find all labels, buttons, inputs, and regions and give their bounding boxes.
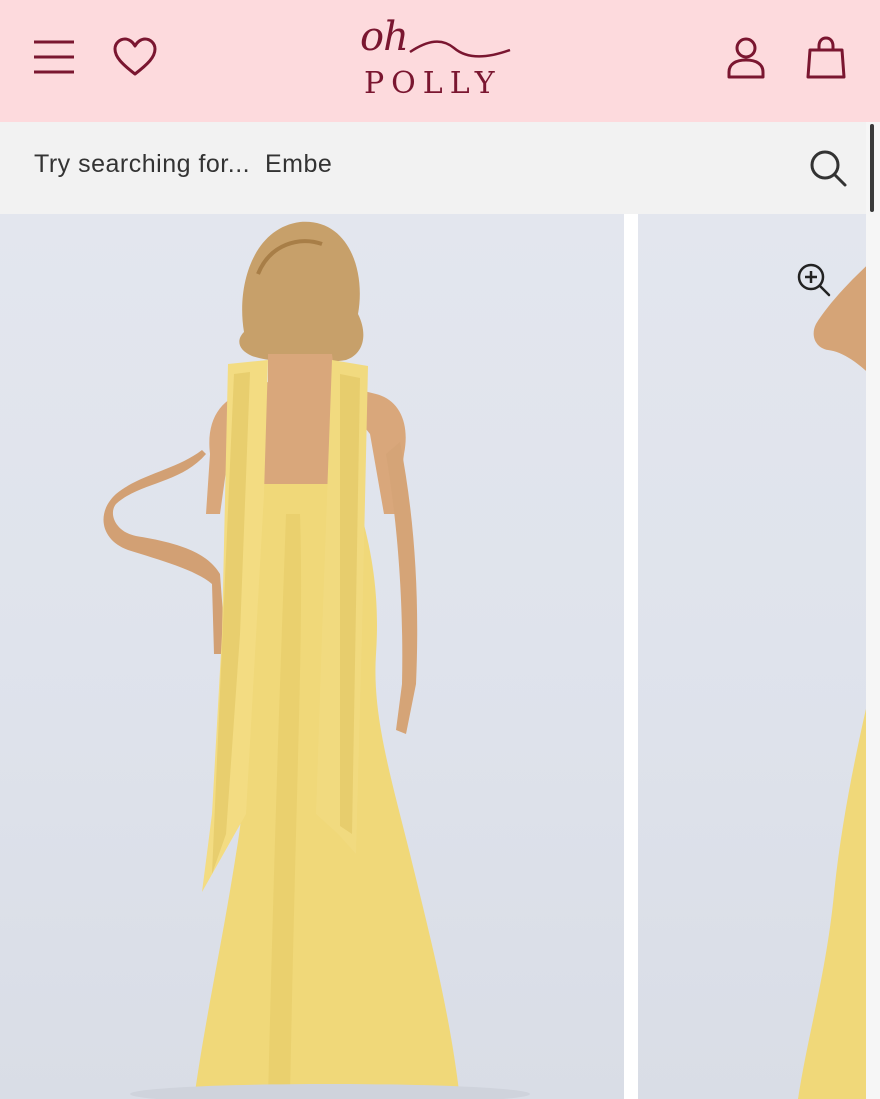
search-prompt: Try searching for... <box>34 150 251 178</box>
search-placeholder[interactable]: Try searching for... Embe <box>34 150 332 179</box>
scrollbar-thumb[interactable] <box>870 124 874 212</box>
product-image-2[interactable] <box>638 214 880 1099</box>
product-gallery[interactable] <box>0 214 880 1099</box>
bag-icon[interactable] <box>806 36 846 80</box>
product-image-1[interactable] <box>0 214 624 1099</box>
dress-back-illustration <box>103 221 530 1099</box>
logo-script: oh <box>360 14 409 60</box>
account-icon[interactable] <box>726 36 766 80</box>
brand-logo[interactable]: oh POLLY <box>356 14 524 106</box>
zoom-in-icon[interactable] <box>796 262 832 298</box>
scrollbar-track[interactable] <box>866 122 880 1099</box>
search-icon[interactable] <box>808 148 848 188</box>
menu-icon[interactable] <box>32 38 76 76</box>
logo-word: POLLY <box>364 66 502 101</box>
header-gutter <box>866 0 880 122</box>
heart-icon[interactable] <box>112 36 158 78</box>
dress-front-illustration <box>798 254 880 1099</box>
search-suggestion: Embe <box>265 150 333 178</box>
logo-swash <box>409 40 511 58</box>
